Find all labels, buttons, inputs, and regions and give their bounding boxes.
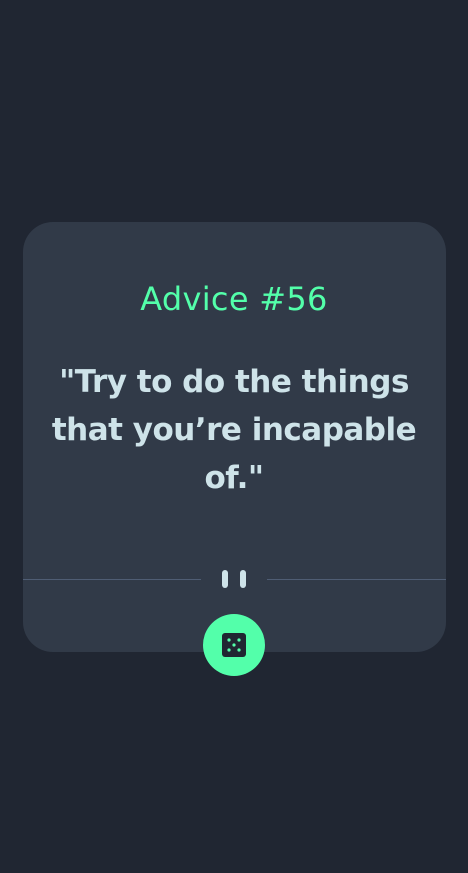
divider-left xyxy=(23,579,201,580)
pause-bar xyxy=(240,570,246,588)
dice-icon xyxy=(222,633,246,657)
pause-icon xyxy=(222,570,248,588)
divider-right xyxy=(267,579,446,580)
new-advice-button[interactable] xyxy=(203,614,265,676)
advice-quote: "Try to do the things that you’re incapa… xyxy=(51,364,417,496)
advice-title: Advice #56 xyxy=(140,280,328,318)
pause-bar xyxy=(222,570,228,588)
